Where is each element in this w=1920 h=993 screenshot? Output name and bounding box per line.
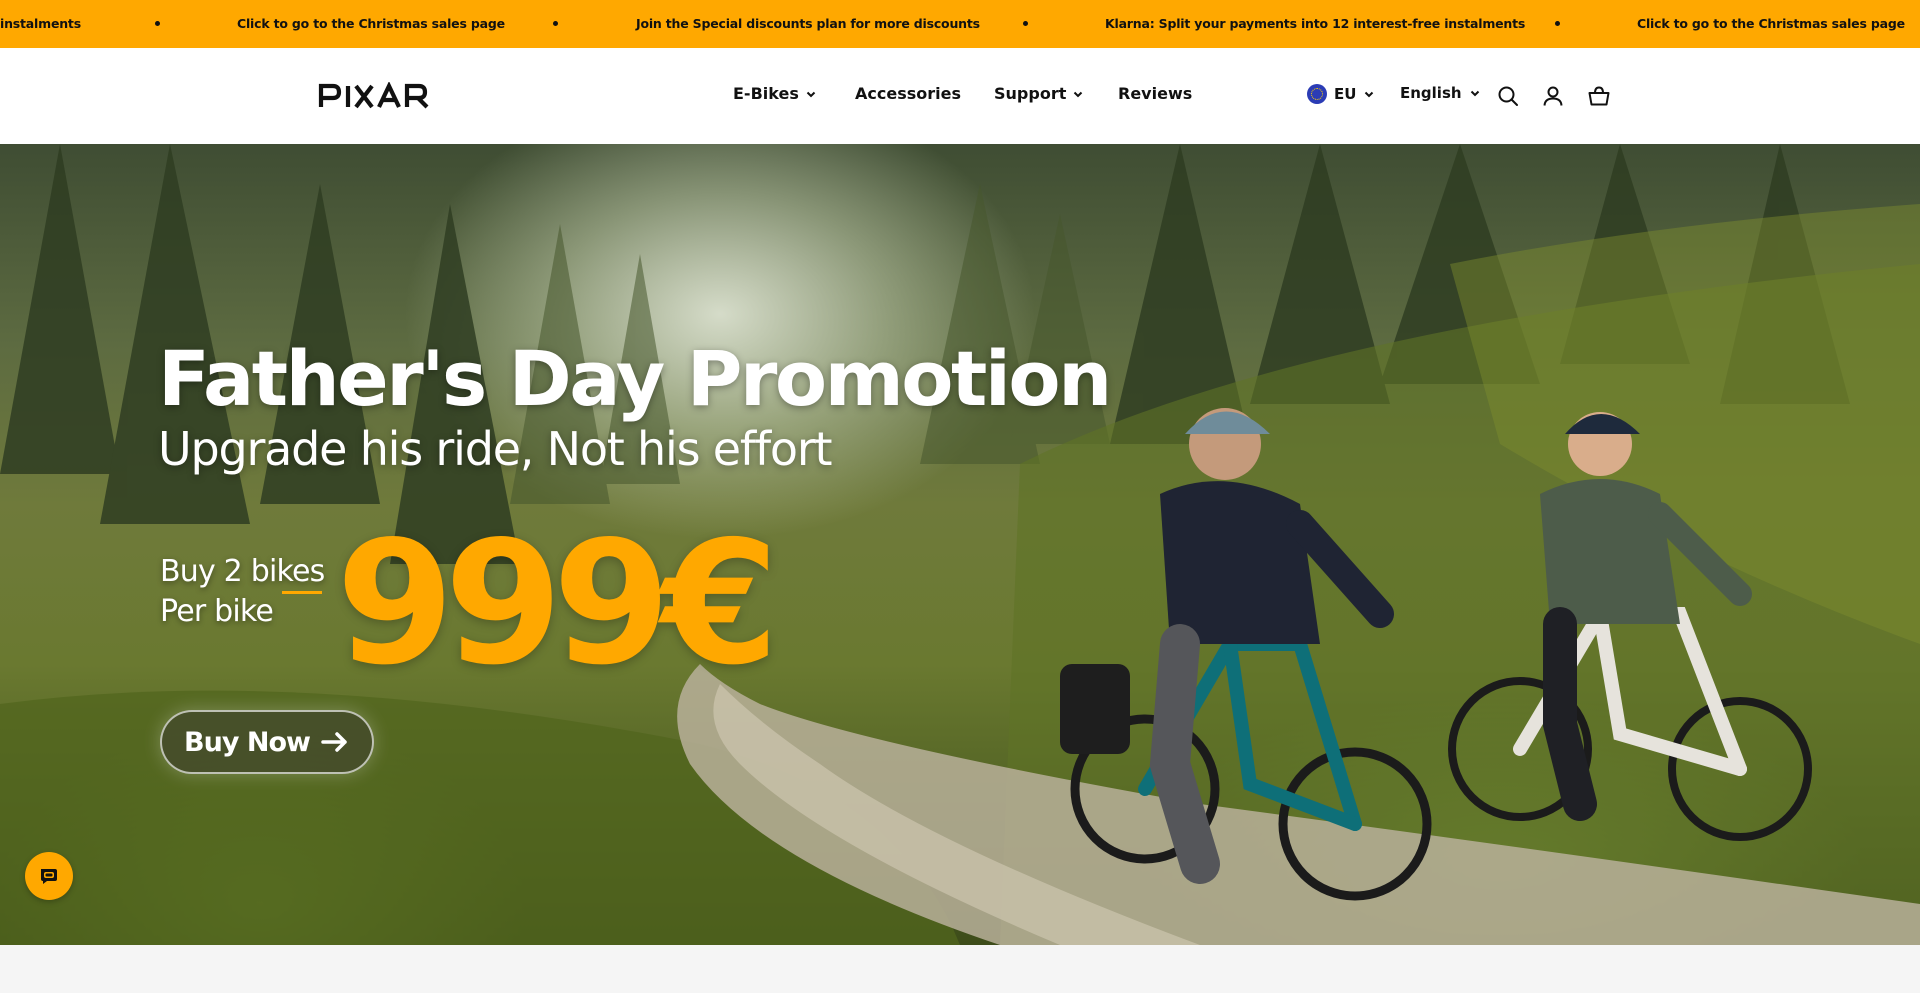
arrow-right-icon bbox=[321, 732, 347, 752]
buy-now-label: Buy Now bbox=[184, 726, 311, 758]
chevron-down-icon bbox=[1470, 90, 1479, 97]
chat-button[interactable] bbox=[25, 852, 73, 900]
header-tools: EU English bbox=[0, 48, 1920, 144]
buy-now-button[interactable]: Buy Now bbox=[160, 710, 374, 774]
announcement-item[interactable]: Join the Special discounts plan for more… bbox=[636, 0, 980, 48]
announcement-item[interactable]: instalments bbox=[0, 0, 81, 48]
language-label: English bbox=[1400, 84, 1462, 102]
separator-dot bbox=[1023, 21, 1028, 26]
separator-dot bbox=[553, 21, 558, 26]
separator-dot bbox=[1555, 21, 1560, 26]
region-selector[interactable]: EU bbox=[1307, 84, 1375, 104]
riders-illustration bbox=[1060, 408, 1812, 901]
page-content-start bbox=[0, 945, 1920, 993]
chat-icon bbox=[41, 869, 57, 884]
announcement-item[interactable]: Click to go to the Christmas sales page bbox=[237, 0, 505, 48]
announcement-item[interactable]: Klarna: Split your payments into 12 inte… bbox=[1105, 0, 1525, 48]
language-selector[interactable]: English bbox=[1400, 84, 1481, 102]
promo-price: 999€ bbox=[336, 505, 779, 703]
separator-dot bbox=[155, 21, 160, 26]
promo-underline bbox=[282, 591, 322, 594]
chevron-down-icon bbox=[1365, 91, 1374, 98]
search-icon[interactable] bbox=[1496, 84, 1520, 108]
promo-line-1: Buy 2 bikes bbox=[160, 554, 325, 589]
announcement-track: instalments Click to go to the Christmas… bbox=[0, 0, 1920, 48]
eu-flag-icon bbox=[1307, 84, 1327, 104]
hero-banner[interactable]: Father's Day Promotion Upgrade his ride,… bbox=[0, 144, 1920, 945]
hero-subtitle: Upgrade his ride, Not his effort bbox=[158, 422, 833, 476]
cart-icon[interactable] bbox=[1587, 84, 1611, 108]
promo-line-2: Per bike bbox=[160, 594, 274, 629]
site-header: E-Bikes Accessories Support Reviews EU E… bbox=[0, 48, 1920, 144]
account-icon[interactable] bbox=[1541, 84, 1565, 108]
region-label: EU bbox=[1334, 85, 1357, 103]
announcement-bar: instalments Click to go to the Christmas… bbox=[0, 0, 1920, 48]
hero-title: Father's Day Promotion bbox=[158, 334, 1112, 423]
announcement-item[interactable]: Click to go to the Christmas sales page bbox=[1637, 0, 1905, 48]
